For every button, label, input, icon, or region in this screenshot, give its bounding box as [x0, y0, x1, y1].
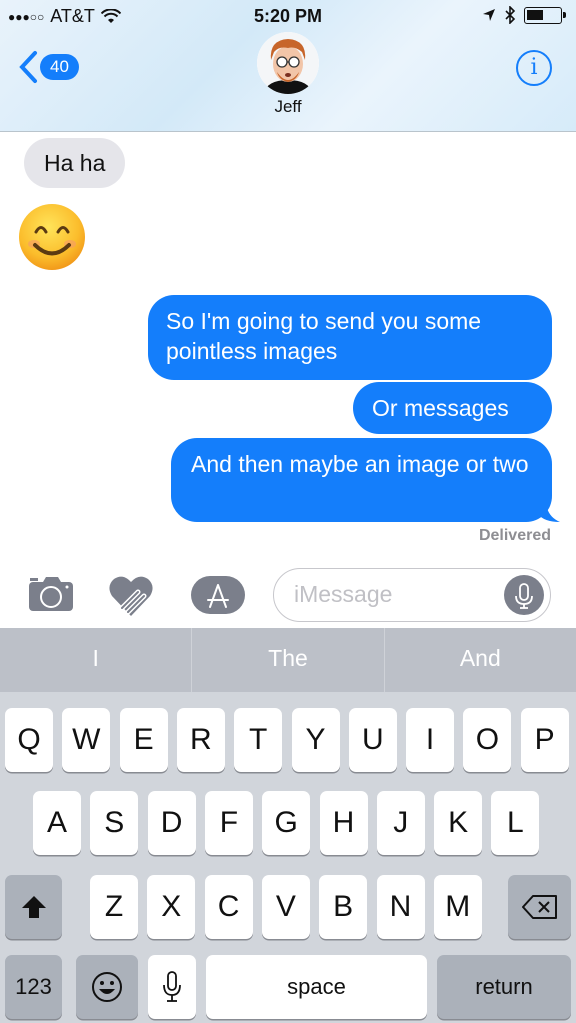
dictation-key[interactable]	[148, 955, 196, 1019]
avatar-illustration	[257, 32, 319, 94]
message-bubble-incoming[interactable]: Ha ha	[24, 138, 126, 188]
key-s[interactable]: S	[90, 791, 139, 855]
delete-key[interactable]	[508, 875, 571, 939]
key-e[interactable]: E	[119, 708, 168, 772]
status-icons	[482, 6, 566, 24]
key-c[interactable]: C	[204, 875, 253, 939]
microphone-icon	[515, 583, 533, 609]
message-input-field[interactable]	[273, 568, 551, 622]
message-bubble-outgoing[interactable]: And then maybe an image or two	[171, 438, 552, 522]
key-r[interactable]: R	[176, 708, 225, 772]
key-t[interactable]: T	[234, 708, 283, 772]
key-b[interactable]: B	[319, 875, 368, 939]
unread-count-badge: 40	[40, 54, 79, 80]
keyboard: I The And QWERTYUIOP ASDFGHJKL ZXCVBNM 1…	[0, 628, 576, 1023]
prediction-option[interactable]: I	[0, 628, 193, 692]
location-arrow-icon	[483, 9, 495, 21]
conversation-header: ●●●○○ AT&T 5:20 PM 40 Jeff i	[0, 0, 576, 132]
microphone-icon	[163, 971, 181, 1002]
emoji-key[interactable]	[76, 955, 138, 1019]
key-i[interactable]: I	[406, 708, 455, 772]
camera-button[interactable]	[28, 576, 74, 617]
bluetooth-icon	[505, 6, 516, 24]
key-w[interactable]: W	[62, 708, 111, 772]
camera-icon	[29, 577, 73, 611]
heart-touch-icon	[109, 576, 153, 616]
message-input[interactable]	[294, 581, 494, 608]
key-g[interactable]: G	[262, 791, 311, 855]
info-button[interactable]: i	[516, 50, 552, 86]
key-j[interactable]: J	[376, 791, 425, 855]
space-key[interactable]: space	[206, 955, 427, 1019]
contact-avatar[interactable]	[257, 32, 319, 94]
return-key[interactable]: return	[437, 955, 571, 1019]
smiling-face-emoji-icon	[19, 204, 85, 270]
message-bubble-outgoing[interactable]: So I'm going to send you some pointless …	[148, 295, 552, 380]
key-f[interactable]: F	[204, 791, 253, 855]
message-bubble-outgoing[interactable]: Or messages	[353, 382, 552, 434]
shift-arrow-icon	[21, 896, 46, 918]
emoji-face-icon	[92, 972, 122, 1002]
backspace-icon	[521, 895, 557, 919]
prediction-option[interactable]: And	[385, 628, 576, 692]
digital-touch-button[interactable]	[108, 574, 154, 623]
predictive-bar: I The And	[0, 628, 576, 692]
key-x[interactable]: X	[147, 875, 196, 939]
key-y[interactable]: Y	[291, 708, 340, 772]
battery-icon	[524, 6, 566, 24]
app-store-icon	[191, 576, 245, 614]
key-p[interactable]: P	[520, 708, 569, 772]
key-q[interactable]: Q	[5, 708, 53, 772]
key-h[interactable]: H	[319, 791, 368, 855]
key-v[interactable]: V	[261, 875, 310, 939]
shift-key[interactable]	[5, 875, 62, 939]
key-o[interactable]: O	[463, 708, 512, 772]
key-z[interactable]: Z	[90, 875, 138, 939]
numbers-key[interactable]: 123	[5, 955, 62, 1019]
back-button[interactable]: 40	[18, 50, 79, 84]
prediction-option[interactable]: The	[192, 628, 385, 692]
key-d[interactable]: D	[147, 791, 196, 855]
contact-name[interactable]: Jeff	[0, 97, 576, 117]
bubble-tail	[538, 500, 560, 522]
key-u[interactable]: U	[348, 708, 397, 772]
key-m[interactable]: M	[433, 875, 482, 939]
key-n[interactable]: N	[376, 875, 425, 939]
status-bar: ●●●○○ AT&T 5:20 PM	[0, 0, 576, 34]
key-l[interactable]: L	[491, 791, 540, 855]
key-k[interactable]: K	[434, 791, 483, 855]
key-a[interactable]: A	[33, 791, 81, 855]
emoji-message[interactable]	[17, 202, 87, 272]
chevron-left-icon	[19, 51, 37, 83]
app-store-button[interactable]	[191, 576, 245, 619]
dictation-button[interactable]	[504, 575, 544, 615]
delivery-status: Delivered	[478, 527, 551, 544]
